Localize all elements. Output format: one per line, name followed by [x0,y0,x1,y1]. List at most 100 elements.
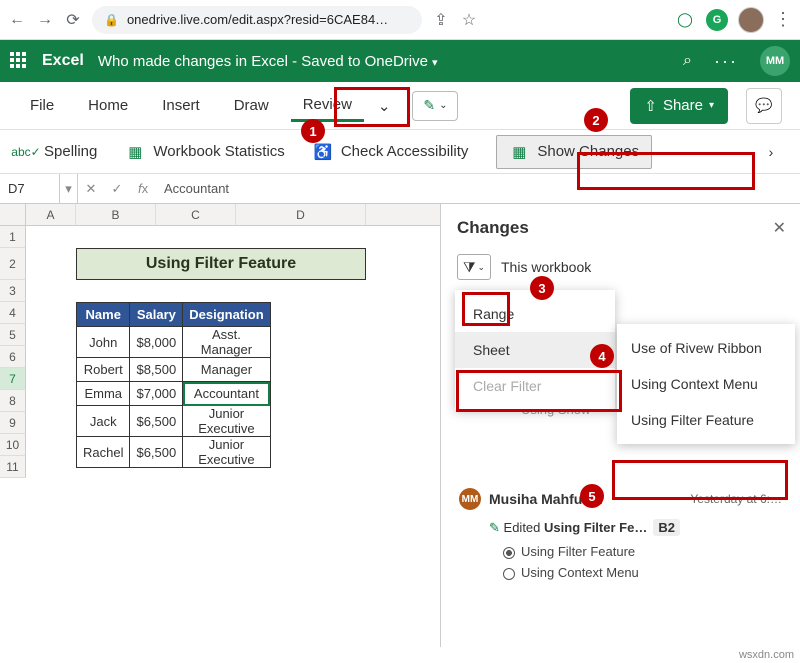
forward-icon[interactable]: → [36,11,54,29]
ribbon-overflow-right[interactable]: › [758,139,784,165]
funnel-icon: ⧩ [463,259,476,276]
author-avatar: MM [459,488,481,510]
submenu-item[interactable]: Use of Rivew Ribbon [617,330,795,366]
watermark: wsxdn.com [739,649,794,661]
filter-button[interactable]: ⧩⌄ [457,254,491,280]
menu-item-range[interactable]: Range [455,296,615,332]
changes-icon: ▦ [509,142,529,162]
data-table: Name Salary Designation John$8,000Asst. … [76,302,271,468]
extension-icon-1[interactable]: ◯ [674,9,696,31]
row-header[interactable]: 2 [0,248,26,280]
app-name: Excel [42,52,84,70]
row-header[interactable]: 10 [0,434,26,456]
tab-home[interactable]: Home [76,91,140,120]
col-header[interactable]: D [236,204,366,225]
change-value-old: Using Context Menu [503,565,782,580]
confirm-icon[interactable]: ✓ [104,181,130,197]
more-icon[interactable]: ··· [714,51,738,72]
tab-insert[interactable]: Insert [150,91,212,120]
extension-icon-2[interactable]: G [706,9,728,31]
pencil-icon: ✎ [489,520,500,535]
tab-file[interactable]: File [18,91,66,120]
editing-mode-button[interactable]: ✎⌄ [412,91,458,121]
browser-avatar[interactable] [738,7,764,33]
tab-draw[interactable]: Draw [222,91,281,120]
table-header[interactable]: Name [77,303,130,327]
back-icon[interactable]: ← [8,11,26,29]
col-header[interactable]: C [156,204,236,225]
filter-scope: This workbook [501,259,591,275]
table-row: Robert$8,500Manager [77,358,271,382]
tab-more-chevron[interactable]: ⌄ [374,91,395,121]
row-header[interactable]: 4 [0,302,26,324]
table-row: Jack$6,500Junior Executive [77,406,271,437]
changes-pane: Changes ✕ ⧩⌄ This workbook Using Show Ra… [440,204,800,647]
search-icon[interactable]: ⌕ [683,52,692,70]
sheet-submenu: Use of Rivew Ribbon Using Context Menu U… [617,324,795,444]
annotation-badge: 4 [590,344,614,368]
pen-icon: ✎ [423,97,435,114]
app-launcher-icon[interactable] [10,52,28,70]
selected-cell[interactable]: Accountant [183,382,270,406]
cell-ref-badge: B2 [653,519,680,536]
star-icon[interactable]: ☆ [460,10,478,30]
share-icon: ⇧ [644,97,657,115]
share-button[interactable]: ⇧Share▾ [630,88,728,124]
col-header[interactable]: A [26,204,76,225]
spelling-button[interactable]: abc✓Spelling [16,142,97,162]
submenu-item[interactable]: Using Context Menu [617,366,795,402]
row-header[interactable]: 8 [0,390,26,412]
table-row: Rachel$6,500Junior Executive [77,437,271,468]
stats-icon: ▦ [125,142,145,162]
change-value-new: Using Filter Feature [503,544,782,559]
comments-button[interactable]: 💬 [746,88,782,124]
check-accessibility-button[interactable]: ♿Check Accessibility [313,142,469,162]
accessibility-icon: ♿ [313,142,333,162]
col-header[interactable]: B [76,204,156,225]
formula-bar: D7 ▾ ✕ ✓ fx Accountant [0,174,800,204]
reload-icon[interactable]: ⟳ [64,10,82,30]
spelling-icon: abc✓ [16,142,36,162]
workbook-statistics-button[interactable]: ▦Workbook Statistics [125,142,284,162]
table-row: Emma$7,000Accountant [77,382,271,406]
row-header[interactable]: 11 [0,456,26,478]
browser-toolbar: ← → ⟳ 🔒 onedrive.live.com/edit.aspx?resi… [0,0,800,40]
row-header[interactable]: 9 [0,412,26,434]
annotation-badge: 3 [530,276,554,300]
lock-icon: 🔒 [104,13,119,27]
close-icon[interactable]: ✕ [773,218,786,238]
chevron-down-icon: ▾ [432,57,438,69]
row-header[interactable]: 1 [0,226,26,248]
table-header[interactable]: Designation [183,303,270,327]
change-entry: MM Musiha Mahfuz… Yesterday at 6:… ✎ Edi… [457,480,784,594]
url-text: onedrive.live.com/edit.aspx?resid=6CAE84… [127,12,388,27]
app-titlebar: Excel Who made changes in Excel - Saved … [0,40,800,82]
fx-icon[interactable]: fx [130,181,156,196]
share-icon[interactable]: ⇪ [432,10,450,30]
annotation-badge: 1 [301,119,325,143]
change-time: Yesterday at 6:… [690,492,782,506]
ribbon-tabs: File Home Insert Draw Review ⌄ ✎⌄ ⇧Share… [0,82,800,130]
submenu-item[interactable]: Using Filter Feature [617,402,795,438]
change-description: ✎ Edited Using Filter Fe…B2 [489,520,782,536]
show-changes-button[interactable]: ▦Show Changes [496,135,652,169]
row-header[interactable]: 3 [0,280,26,302]
document-title[interactable]: Who made changes in Excel - Saved to One… [98,53,438,70]
cancel-icon[interactable]: ✕ [78,181,104,197]
table-row: John$8,000Asst. Manager [77,327,271,358]
row-header[interactable]: 7 [0,368,26,390]
address-bar[interactable]: 🔒 onedrive.live.com/edit.aspx?resid=6CAE… [92,6,422,34]
name-box[interactable]: D7 [0,174,60,203]
browser-menu-icon[interactable]: ⋮ [774,9,792,30]
sheet-title-cell[interactable]: Using Filter Feature [76,248,366,280]
account-avatar[interactable]: MM [760,46,790,76]
annotation-badge: 5 [580,484,604,508]
row-header[interactable]: 6 [0,346,26,368]
table-header[interactable]: Salary [130,303,183,327]
row-header[interactable]: 5 [0,324,26,346]
tab-review[interactable]: Review [291,90,364,122]
select-all-corner[interactable] [0,204,26,225]
spreadsheet-grid[interactable]: A B C D 1 2 3 4 5 6 7 8 9 10 11 Using Fi… [0,204,440,647]
namebox-dropdown-icon[interactable]: ▾ [60,174,78,203]
formula-input[interactable]: Accountant [156,181,237,196]
